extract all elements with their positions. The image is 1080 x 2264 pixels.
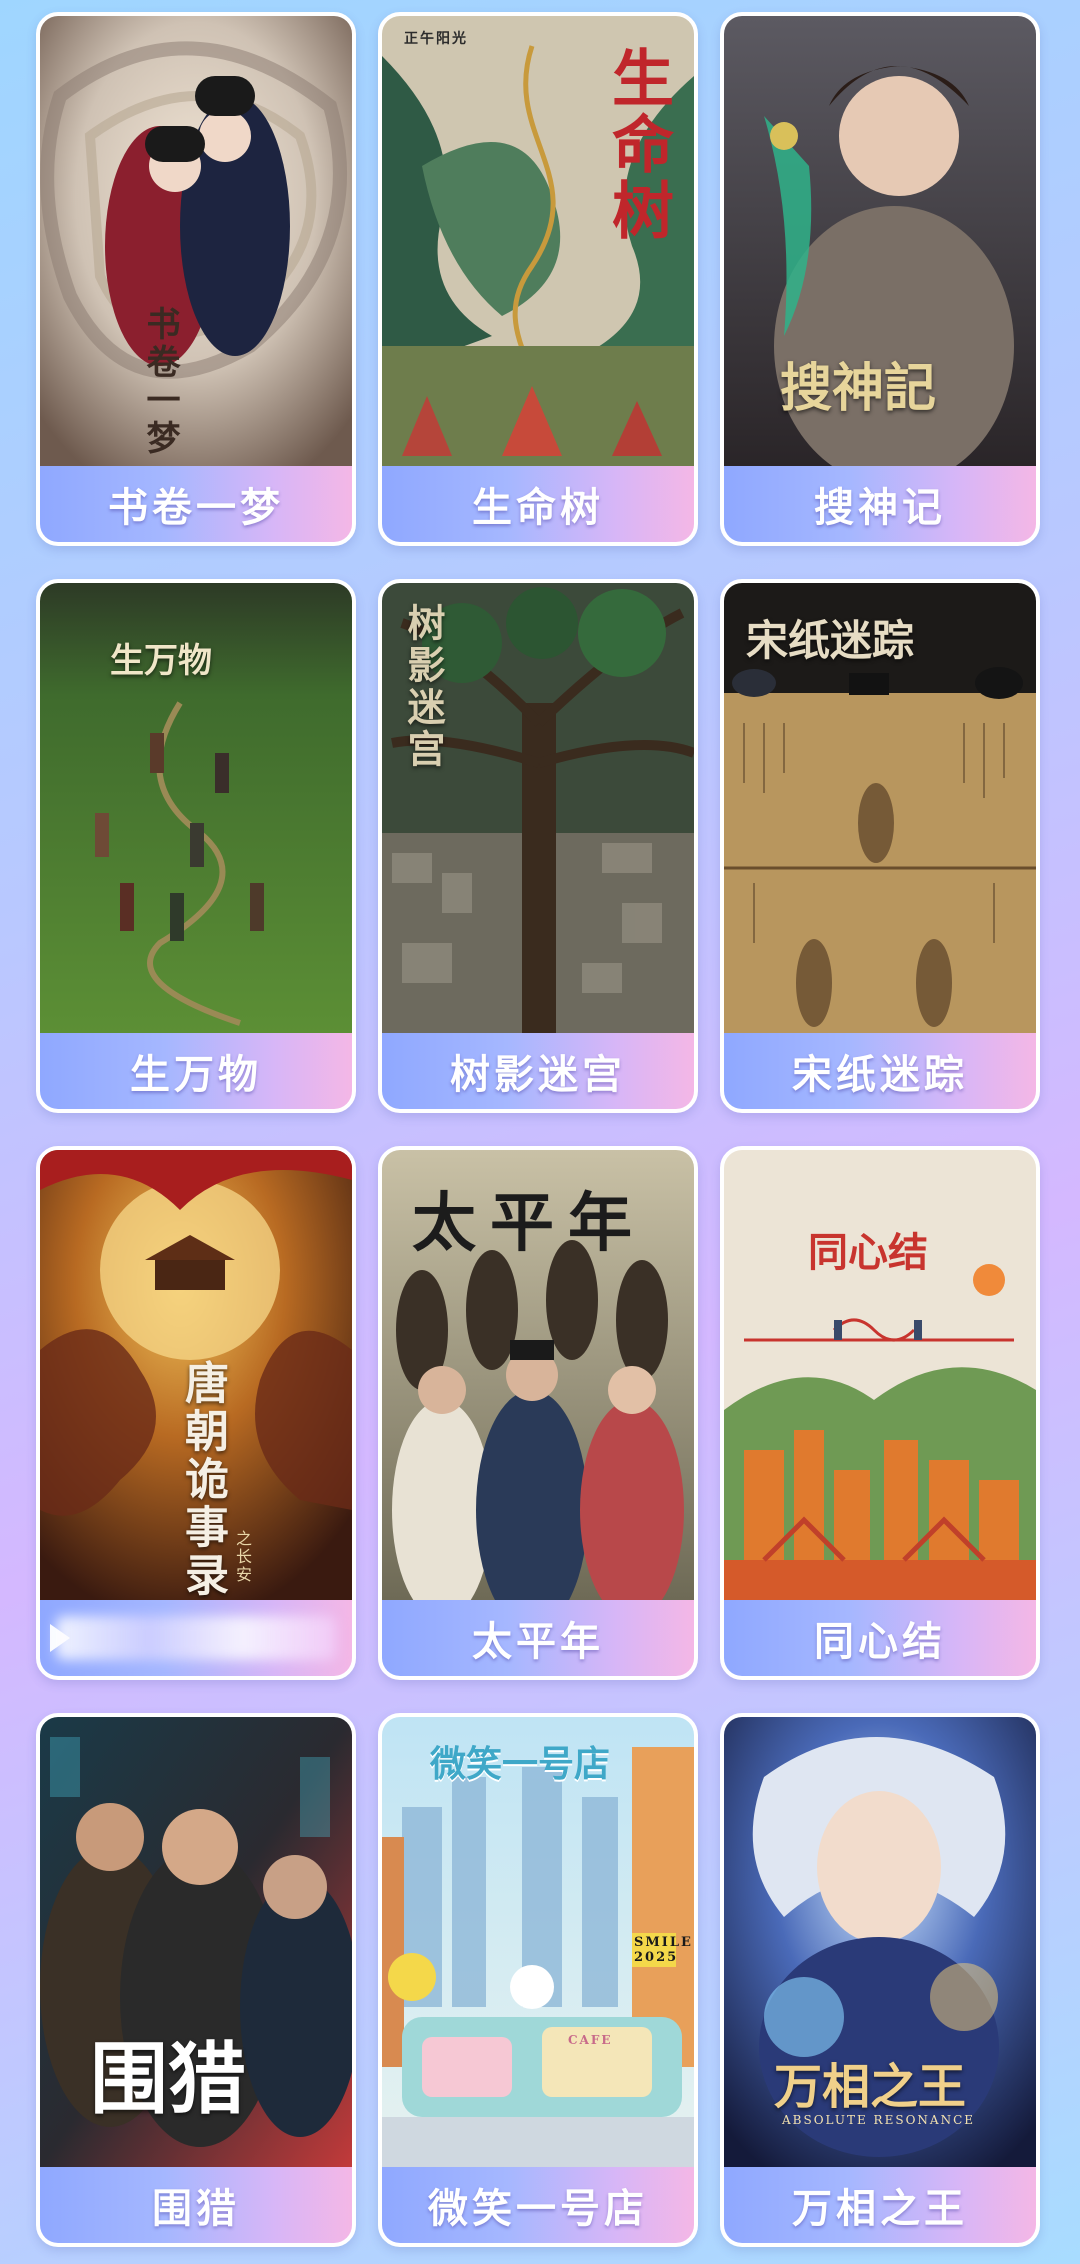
poster-image: 搜神記: [724, 16, 1036, 466]
poster-badge: SMILE 2025: [632, 1933, 693, 1967]
show-title: 微笑一号店: [428, 2186, 648, 2232]
show-title: 树影迷宫: [450, 1052, 626, 1098]
show-title: 宋纸迷踪: [792, 1052, 968, 1098]
poster-title: 生万物: [110, 641, 212, 681]
label-bar: 生命树: [382, 466, 694, 542]
show-card-tongxin-jie[interactable]: 同心结 同心结: [720, 1146, 1040, 1680]
poster-title: 太平年: [412, 1186, 646, 1261]
show-card-taiping-nian[interactable]: 太平年 太平年: [378, 1146, 698, 1680]
poster-title: 书卷一梦: [140, 306, 180, 458]
show-title: 书卷一梦: [108, 485, 284, 531]
show-card-soushen-ji[interactable]: 搜神記 搜神记: [720, 12, 1040, 546]
show-title: 太平年: [472, 1619, 604, 1665]
poster-sign: CAFE: [568, 2033, 613, 2047]
show-card-songzhi-mizong[interactable]: 宋纸迷踪 宋纸迷踪: [720, 579, 1040, 1113]
poster-title: 唐朝诡事录: [177, 1360, 228, 1600]
poster-sub: ABSOLUTE RESONANCE: [782, 2113, 976, 2127]
poster-title: 围猎: [90, 2034, 247, 2125]
label-bar: [40, 1600, 352, 1676]
poster-image: 树影迷宫: [382, 583, 694, 1033]
label-bar: 生万物: [40, 1033, 352, 1109]
poster-image: 围猎: [40, 1717, 352, 2167]
show-card-tangchao-guishilu[interactable]: 唐朝诡事录 之长安: [36, 1146, 356, 1680]
show-card-shujuan-yimeng[interactable]: 书卷一梦 书卷一梦: [36, 12, 356, 546]
label-bar: 搜神记: [724, 466, 1036, 542]
show-card-shengming-shu[interactable]: 正午阳光 生命树 生命树: [378, 12, 698, 546]
poster-image: 太平年: [382, 1150, 694, 1600]
show-card-weixiao-yihaodian[interactable]: 微笑一号店 SMILE 2025 CAFE 微笑一号店: [378, 1713, 698, 2247]
poster-sub: 之长安: [233, 1530, 252, 1584]
poster-image: 宋纸迷踪: [724, 583, 1036, 1033]
poster-image: 生万物: [40, 583, 352, 1033]
show-card-weilie[interactable]: 围猎 围猎: [36, 1713, 356, 2247]
poster-title: 搜神記: [780, 358, 937, 419]
poster-title: 同心结: [808, 1229, 928, 1276]
poster-image: 正午阳光 生命树: [382, 16, 694, 466]
show-title: 搜神记: [814, 485, 946, 531]
poster-image: 微笑一号店 SMILE 2025 CAFE: [382, 1717, 694, 2167]
label-bar: 微笑一号店: [382, 2167, 694, 2243]
show-title: 生万物: [130, 1052, 262, 1098]
label-bar: 树影迷宫: [382, 1033, 694, 1109]
show-card-wanxiang-zhiwang[interactable]: 万相之王 ABSOLUTE RESONANCE 万相之王: [720, 1713, 1040, 2247]
show-card-sheng-wanwu[interactable]: 生万物 生万物: [36, 579, 356, 1113]
label-bar: 围猎: [40, 2167, 352, 2243]
poster-image: 唐朝诡事录 之长安: [40, 1150, 352, 1600]
show-grid: 书卷一梦 书卷一梦 正午阳光 生命树 生命树 搜神記 搜神记 生万物 生万物 树…: [0, 0, 1080, 2264]
poster-title: 树影迷宫: [401, 603, 446, 771]
poster-title: 生命树: [601, 46, 674, 244]
show-title: 生命树: [472, 485, 604, 531]
show-title: 围猎: [152, 2186, 240, 2232]
poster-title: 微笑一号店: [430, 1743, 611, 1785]
poster-image: 同心结: [724, 1150, 1036, 1600]
poster-badge: 正午阳光: [404, 31, 468, 47]
obscured-title: [56, 1616, 336, 1660]
label-bar: 万相之王: [724, 2167, 1036, 2243]
show-title: 同心结: [814, 1619, 946, 1665]
show-card-shuying-migong[interactable]: 树影迷宫 树影迷宫: [378, 579, 698, 1113]
label-bar: 宋纸迷踪: [724, 1033, 1036, 1109]
poster-title: 万相之王: [774, 2059, 967, 2115]
poster-title: 宋纸迷踪: [746, 616, 915, 665]
show-title: 万相之王: [792, 2186, 968, 2232]
poster-image: 万相之王 ABSOLUTE RESONANCE: [724, 1717, 1036, 2167]
label-bar: 太平年: [382, 1600, 694, 1676]
poster-image: 书卷一梦: [40, 16, 352, 466]
label-bar: 同心结: [724, 1600, 1036, 1676]
label-bar: 书卷一梦: [40, 466, 352, 542]
